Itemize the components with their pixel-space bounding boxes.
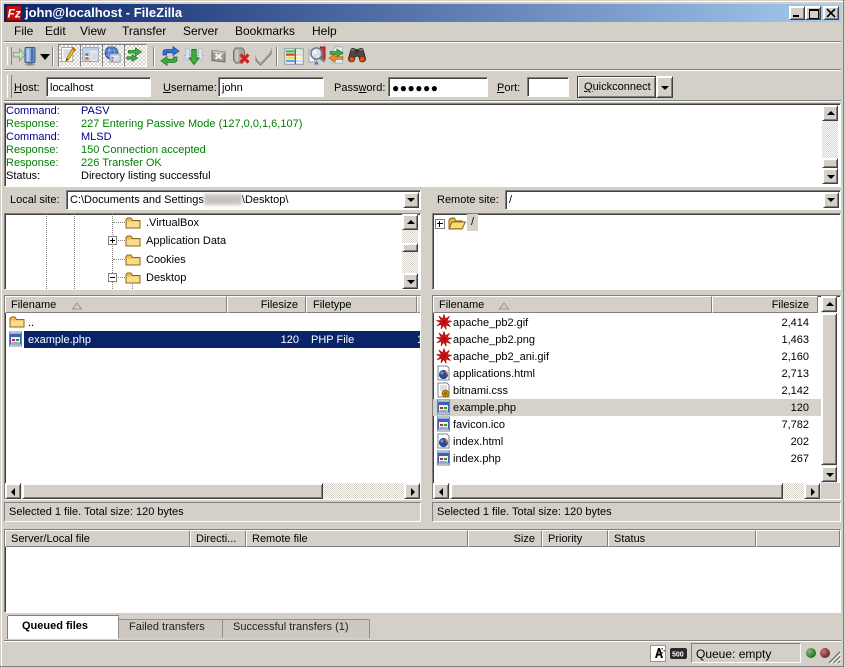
svg-text:Fz: Fz [8,7,21,21]
svg-text:500: 500 [672,652,684,659]
